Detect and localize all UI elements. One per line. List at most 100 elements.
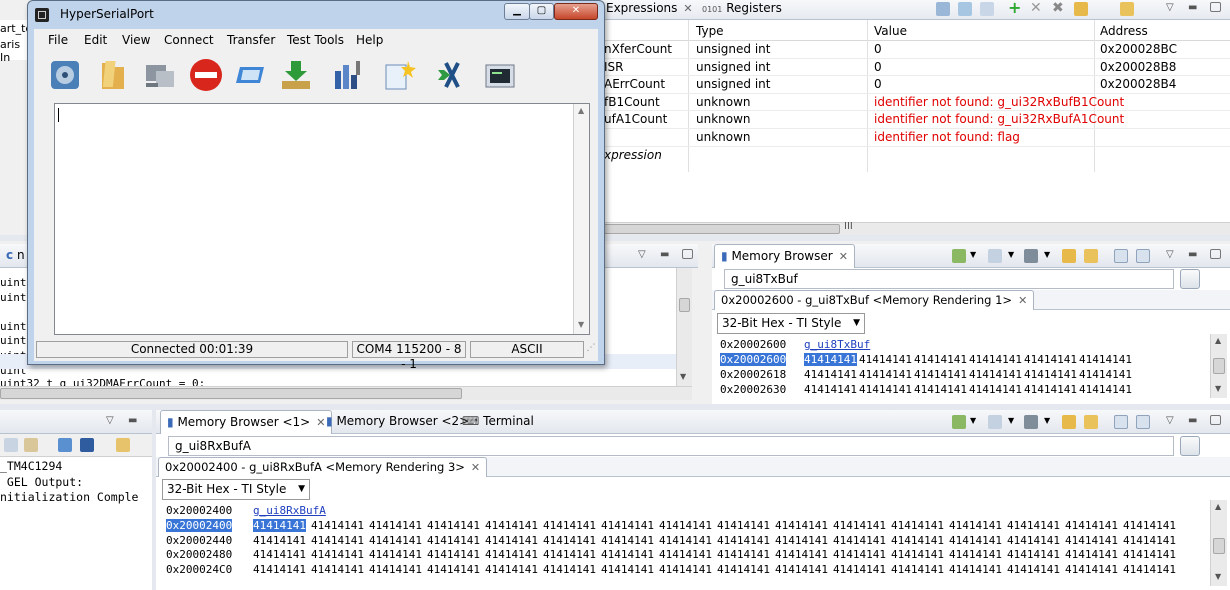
tab-expressions[interactable]: Expressions ✕ — [600, 0, 699, 21]
collapse-icon[interactable] — [980, 2, 994, 16]
new-file-icon[interactable] — [382, 57, 418, 93]
memory-word[interactable]: 41414141 — [427, 534, 480, 547]
memory-word[interactable]: 41414141 — [891, 548, 944, 561]
memory-word[interactable]: 41414141 — [485, 534, 538, 547]
memory-word[interactable]: 41414141 — [601, 548, 654, 561]
memory-word[interactable]: 41414141 — [543, 519, 596, 532]
window-minimize-button[interactable]: ▁ — [504, 3, 530, 20]
memory-word[interactable]: 41414141 — [891, 534, 944, 547]
pin-icon[interactable] — [24, 438, 38, 452]
remove-icon[interactable]: ✕ — [1030, 1, 1044, 16]
view-menu-icon[interactable]: ▽ — [1166, 415, 1180, 429]
brush-icon[interactable] — [1024, 249, 1038, 263]
tab-memory-rendering-1[interactable]: 0x20002600 - g_ui8TxBuf <Memory Renderin… — [714, 290, 1035, 310]
view-menu-icon[interactable]: ▽ — [106, 415, 120, 429]
tab-memory-rendering-3[interactable]: 0x20002400 - g_ui8RxBufA <Memory Renderi… — [158, 457, 488, 477]
view-menu-icon[interactable]: ▽ — [638, 249, 652, 263]
format-select-1[interactable]: 32-Bit Hex - TI Style ▼ — [717, 313, 865, 334]
memory-word[interactable]: 41414141 — [775, 563, 828, 576]
tab-code[interactable]: c n — [0, 244, 31, 268]
tools-icon[interactable] — [330, 57, 366, 93]
new-window-icon[interactable] — [1114, 415, 1128, 429]
close-icon[interactable]: ✕ — [839, 250, 848, 263]
memory-word[interactable]: 41414141 — [1024, 383, 1077, 396]
memory-word[interactable]: 41414141 — [427, 519, 480, 532]
memory-word[interactable]: 41414141 — [717, 548, 770, 561]
terminal-text-input[interactable]: ▲ ▼ — [54, 103, 590, 335]
target-icon[interactable] — [952, 415, 966, 429]
resize-grip-icon[interactable]: ⋰ — [586, 341, 596, 358]
memory-word[interactable]: 41414141 — [1007, 519, 1060, 532]
memory-word[interactable]: 41414141 — [253, 563, 306, 576]
memory-word[interactable]: 41414141 — [859, 383, 912, 396]
close-icon[interactable]: ✕ — [471, 461, 480, 474]
memory-word[interactable]: 41414141 — [427, 548, 480, 561]
memory-word[interactable]: 41414141 — [949, 534, 1002, 547]
memory-word[interactable]: 41414141 — [949, 563, 1002, 576]
memory-word[interactable]: 41414141 — [659, 534, 712, 547]
monitor-icon[interactable] — [80, 438, 94, 452]
table-row[interactable]: ISR unsigned int 0 0x200028B8 — [600, 59, 1230, 77]
memory-word[interactable]: 41414141 — [775, 534, 828, 547]
memory-symbol[interactable]: g_ui8RxBufA — [253, 504, 326, 517]
download-icon[interactable] — [278, 57, 314, 93]
memory-word[interactable]: 41414141 — [427, 563, 480, 576]
target-icon[interactable] — [952, 249, 966, 263]
memory-word[interactable]: 41414141 — [253, 548, 306, 561]
minimize-icon[interactable]: ▬ — [1188, 249, 1202, 263]
memory-word[interactable]: 41414141 — [659, 519, 712, 532]
maximize-icon[interactable] — [1210, 249, 1221, 259]
tab-memory-browser-2[interactable]: ▮ Memory Browser <2> — [320, 410, 475, 434]
menu-transfer[interactable]: Transfer — [227, 33, 275, 47]
view-menu-icon[interactable]: ▽ — [1166, 2, 1180, 16]
memory-rendering-1[interactable]: 0x20002600 g_ui8TxBuf 0x20002600 41414141 41… — [720, 338, 1210, 398]
console-icon[interactable] — [4, 438, 18, 452]
table-row[interactable]: unknown identifier not found: flag — [600, 129, 1230, 147]
window-titlebar[interactable]: HyperSerialPort ▁ ▢ ✕ — [28, 1, 604, 29]
menu-edit[interactable]: Edit — [84, 33, 107, 47]
computer-icon[interactable] — [142, 57, 178, 93]
memory-word[interactable]: 41414141 — [717, 563, 770, 576]
memory-word[interactable]: 41414141 — [485, 519, 538, 532]
memory-word[interactable]: 41414141 — [969, 353, 1022, 366]
add-icon[interactable]: + — [1008, 0, 1022, 16]
minimize-icon[interactable]: ▬ — [1188, 2, 1202, 16]
go-button[interactable] — [1180, 269, 1200, 289]
memory-3-vscroll[interactable]: ▲ ▼ — [1210, 500, 1227, 586]
dropdown-icon[interactable]: ▼ — [1008, 250, 1022, 264]
add-new-expression[interactable]: xpression — [604, 148, 662, 162]
memory-word[interactable]: 41414141 — [601, 563, 654, 576]
memory-word[interactable]: 41414141 — [1024, 353, 1077, 366]
minimize-icon[interactable]: ▬ — [1188, 415, 1202, 429]
memory-word[interactable]: 41414141 — [543, 548, 596, 561]
brush-icon[interactable] — [1024, 415, 1038, 429]
memory-word[interactable]: 41414141 — [833, 548, 886, 561]
memory-word[interactable]: 41414141 — [659, 548, 712, 561]
window-close-button[interactable]: ✕ — [554, 3, 598, 20]
column-type[interactable]: Type — [696, 24, 724, 38]
memory-word[interactable]: 41414141 — [1007, 563, 1060, 576]
memory-word[interactable]: 41414141 — [253, 518, 306, 532]
memory-word[interactable]: 41414141 — [1123, 519, 1176, 532]
sync-icon[interactable] — [1084, 415, 1098, 429]
memory-word[interactable]: 41414141 — [859, 353, 912, 366]
memory-word[interactable]: 41414141 — [914, 353, 967, 366]
card-icon[interactable] — [232, 57, 268, 93]
memory-word[interactable]: 41414141 — [369, 548, 422, 561]
sync-icon[interactable] — [1120, 2, 1134, 16]
expressions-hscroll[interactable]: III — [600, 221, 1230, 235]
folder-icon[interactable] — [96, 57, 132, 93]
memory-word[interactable]: 41414141 — [1065, 548, 1118, 561]
format-select-3[interactable]: 32-Bit Hex - TI Style ▼ — [162, 479, 310, 500]
memory-word[interactable]: 41414141 — [369, 519, 422, 532]
memory-word[interactable]: 41414141 — [859, 368, 912, 381]
memory-word[interactable]: 41414141 — [601, 519, 654, 532]
memory-word[interactable]: 41414141 — [914, 368, 967, 381]
memory-word[interactable]: 41414141 — [311, 519, 364, 532]
go-button-2[interactable] — [1180, 436, 1200, 456]
dropdown-icon[interactable]: ▼ — [970, 416, 984, 430]
terminal-icon[interactable] — [482, 57, 518, 93]
memory-word[interactable]: 41414141 — [775, 519, 828, 532]
tab-terminal[interactable]: ⌨ Terminal — [456, 410, 540, 434]
memory-word[interactable]: 41414141 — [717, 534, 770, 547]
